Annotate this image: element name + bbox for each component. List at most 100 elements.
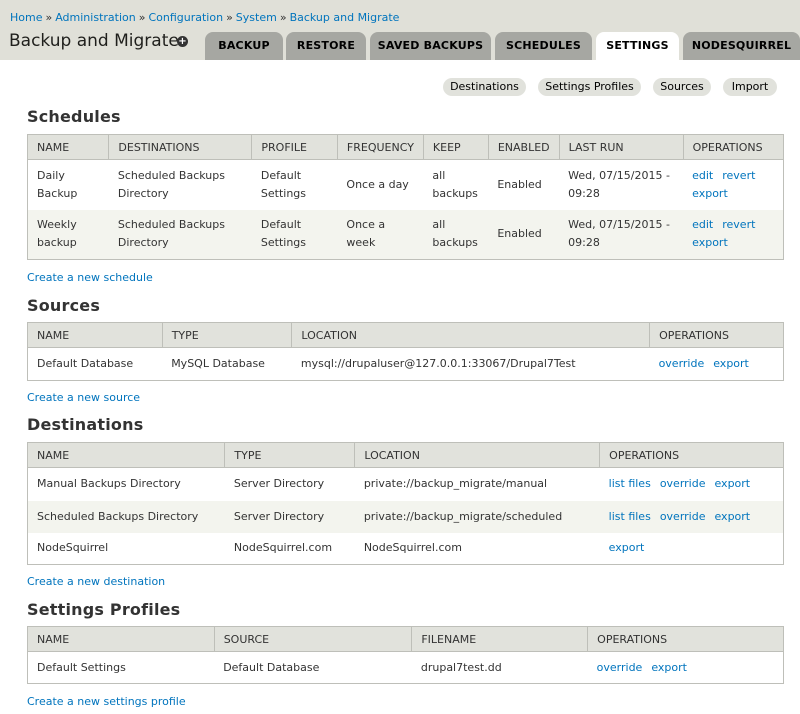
export-link[interactable]: export: [714, 477, 750, 490]
add-shortcut-icon[interactable]: +: [177, 36, 188, 47]
breadcrumb-home[interactable]: Home: [10, 11, 42, 24]
schedule-profile-cell: Default Settings: [251, 209, 338, 260]
override-link[interactable]: override: [660, 510, 706, 523]
column-header: NAME: [27, 322, 163, 348]
breadcrumb-administration[interactable]: Administration: [55, 11, 136, 24]
column-header: OPERATIONS: [599, 442, 784, 468]
cell-text: Weekly: [37, 218, 77, 232]
cell-text: backup: [37, 236, 77, 250]
edit-link[interactable]: edit: [692, 218, 713, 231]
export-link[interactable]: export: [692, 187, 728, 200]
column-header: OPERATIONS: [587, 626, 784, 652]
schedule-destination-cell: Scheduled Backups Directory: [108, 209, 252, 260]
tab-nodesquirrel[interactable]: NODESQUIRREL: [683, 32, 800, 60]
cell-text: week: [346, 236, 376, 250]
profile-operations-cell: override export: [587, 651, 784, 684]
column-header: KEEP: [422, 134, 489, 160]
destination-location-cell: NodeSquirrel.com: [354, 532, 600, 565]
list-files-link[interactable]: list files: [609, 510, 651, 523]
tab-schedules[interactable]: SCHEDULES: [495, 32, 592, 60]
sources-heading: Sources: [27, 296, 101, 315]
source-operations-cell: override export: [649, 347, 784, 381]
destination-operations-cell: list files override export: [599, 467, 784, 501]
revert-link[interactable]: revert: [722, 169, 755, 182]
tab-settings[interactable]: SETTINGS: [596, 32, 679, 60]
schedules-table: NAME DESTINATIONS PROFILE FREQUENCY KEEP…: [27, 134, 784, 260]
cell-text: Settings: [260, 186, 307, 200]
export-link[interactable]: export: [692, 236, 728, 249]
breadcrumb-system[interactable]: System: [236, 11, 277, 24]
override-link[interactable]: override: [659, 357, 705, 370]
cell-text: 09:28: [568, 186, 600, 200]
schedule-operations-cell: edit revert export: [683, 209, 784, 260]
table-header-row: NAME DESTINATIONS PROFILE FREQUENCY KEEP…: [27, 134, 784, 160]
column-header: FREQUENCY: [336, 134, 424, 160]
schedule-enabled-cell: Enabled: [488, 159, 560, 210]
schedule-frequency-cell: Once a week: [337, 209, 424, 260]
export-link[interactable]: export: [714, 510, 750, 523]
breadcrumb-separator: »: [138, 11, 146, 24]
export-link[interactable]: export: [651, 661, 687, 674]
cell-text: backups: [432, 236, 478, 250]
tab-backup[interactable]: BACKUP: [205, 32, 283, 60]
list-files-link[interactable]: list files: [609, 477, 651, 490]
column-header: ENABLED: [487, 134, 560, 160]
schedule-name-cell: Weekly backup: [27, 209, 109, 260]
cell-text: Directory: [117, 186, 169, 200]
cell-text: Default: [260, 218, 302, 232]
column-header: NAME: [27, 442, 225, 468]
schedule-name-cell: Daily Backup: [27, 159, 109, 210]
cell-text: all: [432, 168, 446, 182]
table-header-row: NAME TYPE LOCATION OPERATIONS: [27, 442, 784, 468]
subtab-sources[interactable]: Sources: [653, 78, 711, 96]
create-settings-profile-link[interactable]: Create a new settings profile: [27, 695, 186, 708]
breadcrumb-configuration[interactable]: Configuration: [148, 11, 223, 24]
revert-link[interactable]: revert: [722, 218, 755, 231]
profile-name-cell: Default Settings: [27, 651, 215, 684]
table-row: Daily Backup Scheduled Backups Directory D…: [27, 159, 784, 210]
source-type-cell: MySQL Database: [162, 347, 292, 381]
tab-saved-backups[interactable]: SAVED BACKUPS: [370, 32, 491, 60]
destination-name-cell: Manual Backups Directory: [27, 467, 225, 501]
breadcrumb-backup-migrate[interactable]: Backup and Migrate: [290, 11, 400, 24]
destination-operations-cell: list files override export: [599, 500, 784, 533]
subtab-import[interactable]: Import: [723, 78, 777, 96]
tab-restore[interactable]: RESTORE: [286, 32, 366, 60]
create-destination-link[interactable]: Create a new destination: [27, 575, 165, 588]
edit-link[interactable]: edit: [692, 169, 713, 182]
export-link[interactable]: export: [713, 357, 749, 370]
source-location-cell: mysql://drupaluser@127.0.0.1:33067/Drupa…: [291, 347, 650, 381]
schedule-keep-cell: all backups: [423, 209, 489, 260]
subtab-settings-profiles[interactable]: Settings Profiles: [538, 78, 641, 96]
cell-text: Default: [260, 168, 302, 182]
column-header: LOCATION: [291, 322, 650, 348]
destination-type-cell: Server Directory: [224, 467, 355, 501]
header: Home» Administration» Configuration» System…: [0, 0, 800, 60]
table-header-row: NAME SOURCE FILENAME OPERATIONS: [27, 626, 784, 652]
subtab-destinations[interactable]: Destinations: [443, 78, 526, 96]
schedule-enabled-cell: Enabled: [488, 209, 560, 260]
column-header: SOURCE: [213, 626, 412, 652]
destination-operations-cell: export: [599, 532, 784, 565]
page-title: Backup and Migrate: [9, 31, 179, 51]
destination-type-cell: NodeSquirrel.com: [224, 532, 355, 565]
create-schedule-link[interactable]: Create a new schedule: [27, 271, 153, 284]
override-link[interactable]: override: [597, 661, 643, 674]
create-source-link[interactable]: Create a new source: [27, 391, 140, 404]
schedule-profile-cell: Default Settings: [251, 159, 338, 210]
schedule-frequency-cell: Once a day: [337, 159, 424, 210]
cell-text: backups: [432, 186, 478, 200]
schedules-heading: Schedules: [27, 107, 121, 126]
breadcrumb-separator: »: [45, 11, 53, 24]
column-header: TYPE: [161, 322, 292, 348]
cell-text: Scheduled Backups: [117, 168, 225, 182]
table-header-row: NAME TYPE LOCATION OPERATIONS: [27, 322, 784, 348]
column-header: LOCATION: [354, 442, 600, 468]
schedule-operations-cell: edit revert export: [683, 159, 784, 210]
breadcrumb-separator: »: [226, 11, 233, 24]
cell-text: Settings: [260, 236, 307, 250]
column-header: LAST RUN: [558, 134, 684, 160]
cell-text: Wed, 07/15/2015 -: [568, 218, 670, 232]
override-link[interactable]: override: [660, 477, 706, 490]
export-link[interactable]: export: [609, 541, 645, 554]
